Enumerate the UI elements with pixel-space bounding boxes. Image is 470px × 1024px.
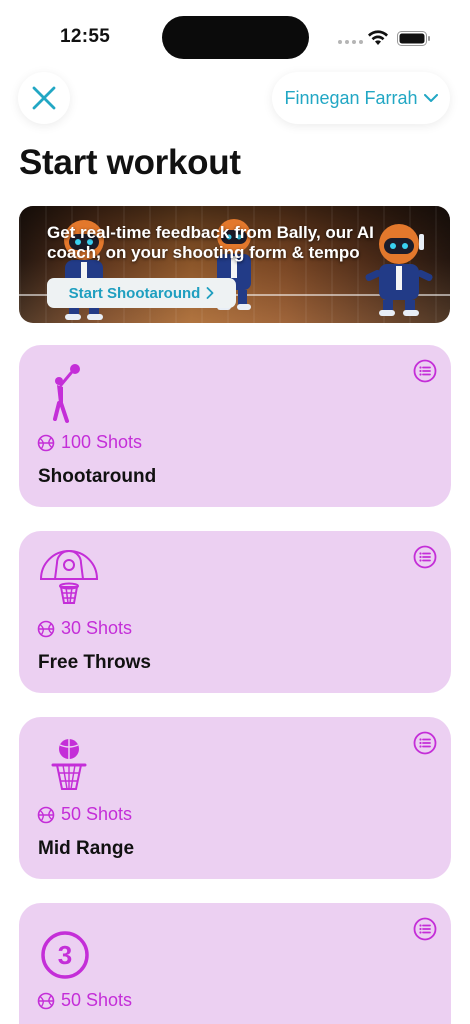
signal-icon	[338, 40, 363, 44]
ball-hoop-icon	[51, 739, 87, 790]
key-hoop-icon	[39, 550, 99, 604]
shot-count: 50 Shots	[37, 990, 132, 1011]
basketball-icon	[37, 434, 55, 451]
svg-text:3: 3	[58, 940, 72, 970]
shot-count: 50 Shots	[37, 804, 132, 825]
shooter-icon	[53, 364, 80, 423]
page-title: Start workout	[19, 143, 241, 182]
workout-card-three-point[interactable]: 3 50 Shots	[19, 903, 451, 1024]
shot-count-label: 100 Shots	[61, 432, 143, 452]
workout-title: Mid Range	[38, 838, 135, 859]
basketball-icon	[37, 806, 55, 823]
status-bar: 12:55	[0, 0, 470, 72]
start-shootaround-button[interactable]: Start Shootaround	[47, 278, 236, 308]
ai-coach-banner[interactable]: Get real-time feedback from Bally, our A…	[19, 206, 450, 323]
workout-card-shootaround[interactable]: 100 Shots Shootaround	[19, 345, 451, 507]
chevron-right-icon	[206, 287, 214, 299]
battery-icon	[397, 31, 430, 46]
banner-text: Get real-time feedback from Bally, our A…	[47, 223, 374, 262]
shot-count: 100 Shots	[37, 432, 142, 453]
list-menu-icon[interactable]	[413, 545, 437, 569]
wifi-icon	[368, 30, 388, 45]
status-time: 12:55	[60, 26, 111, 47]
workout-card-mid-range[interactable]: 50 Shots Mid Range	[19, 717, 451, 879]
workout-title: Shootaround	[38, 466, 157, 487]
close-button[interactable]	[18, 72, 70, 124]
three-point-icon: 3	[41, 931, 89, 979]
shot-count-label: 50 Shots	[61, 804, 133, 824]
shot-count-label: 30 Shots	[61, 618, 133, 638]
workout-card-free-throws[interactable]: 30 Shots Free Throws	[19, 531, 451, 693]
list-menu-icon[interactable]	[413, 359, 437, 383]
basketball-icon	[37, 992, 55, 1009]
basketball-icon	[37, 620, 55, 637]
shot-count-label: 50 Shots	[61, 990, 133, 1010]
chevron-down-icon	[423, 93, 438, 102]
user-name: Finnegan Farrah	[284, 87, 418, 108]
workout-title: Free Throws	[38, 652, 151, 673]
dynamic-island	[162, 16, 309, 59]
start-shootaround-label: Start Shootaround	[68, 284, 201, 302]
shot-count: 30 Shots	[37, 618, 132, 639]
list-menu-icon[interactable]	[413, 917, 437, 941]
list-menu-icon[interactable]	[413, 731, 437, 755]
close-icon	[32, 86, 56, 110]
user-selector-button[interactable]: Finnegan Farrah	[272, 72, 450, 124]
